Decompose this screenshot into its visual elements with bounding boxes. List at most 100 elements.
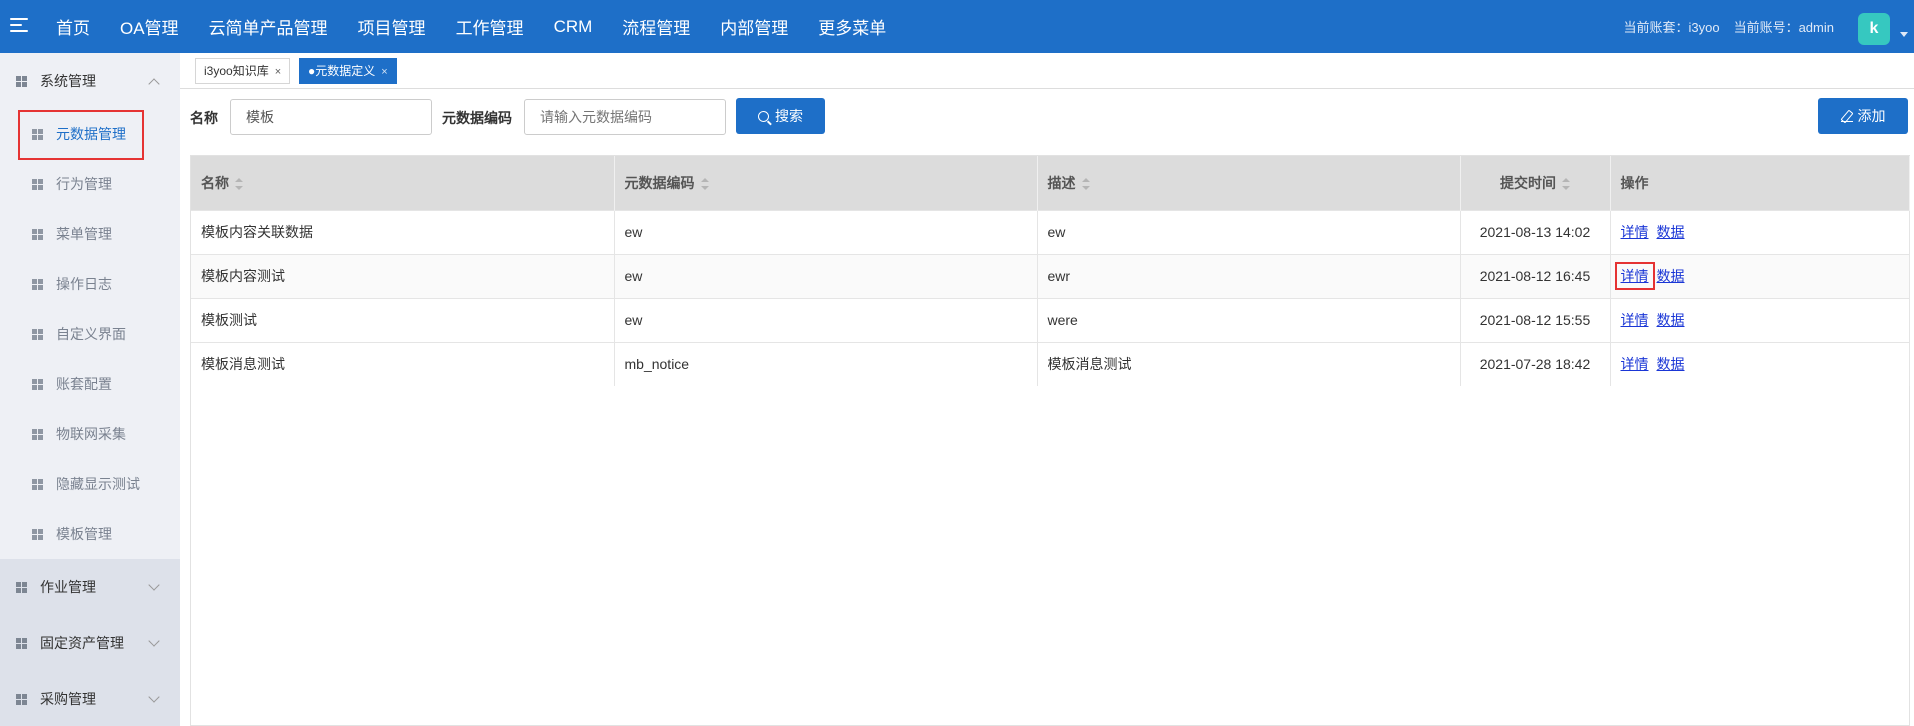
grid-icon xyxy=(32,428,43,440)
header-desc[interactable]: 描述 xyxy=(1037,156,1461,210)
nav-work[interactable]: 工作管理 xyxy=(456,14,524,39)
name-input[interactable] xyxy=(230,99,432,135)
tab-metadata-definition[interactable]: ●元数据定义 × xyxy=(299,58,397,84)
highlight-box xyxy=(18,110,144,160)
tab-label: ●元数据定义 xyxy=(308,64,376,78)
tab-label: i3yoo知识库 xyxy=(204,64,269,78)
nav-process[interactable]: 流程管理 xyxy=(622,14,690,39)
sidebar-item-menu[interactable]: 菜单管理 xyxy=(0,209,180,259)
detail-link[interactable]: 详情 xyxy=(1621,268,1649,284)
tab-knowledge-base[interactable]: i3yoo知识库 × xyxy=(195,58,291,84)
cell-desc: were xyxy=(1037,297,1461,342)
grid-icon xyxy=(32,478,43,490)
grid-icon xyxy=(16,581,27,593)
avatar[interactable]: k xyxy=(1858,13,1890,45)
data-link[interactable]: 数据 xyxy=(1657,356,1685,372)
detail-link[interactable]: 详情 xyxy=(1621,356,1649,372)
header-code[interactable]: 元数据编码 xyxy=(614,156,1038,210)
table-row: 模板内容关联数据 ew ew 2021-08-13 14:02 详情 数据 xyxy=(191,209,1910,254)
sidebar-item-account-config[interactable]: 账套配置 xyxy=(0,359,180,409)
close-icon[interactable]: × xyxy=(275,66,281,78)
caret-down-icon[interactable] xyxy=(1900,32,1908,37)
sidebar-item-label: 账套配置 xyxy=(56,376,112,392)
cell-actions: 详情 数据 xyxy=(1610,297,1910,342)
cell-name: 模板内容关联数据 xyxy=(191,209,615,254)
grid-icon xyxy=(32,378,43,390)
cell-name: 模板测试 xyxy=(191,297,615,342)
chevron-down-icon xyxy=(148,579,160,591)
header-time[interactable]: 提交时间 xyxy=(1460,156,1611,210)
sort-icon[interactable] xyxy=(1562,178,1570,191)
grid-icon xyxy=(32,228,43,240)
nav-crm[interactable]: CRM xyxy=(554,17,593,37)
cell-code: ew xyxy=(614,297,1038,342)
sidebar-group-label: 作业管理 xyxy=(40,579,96,595)
sidebar-item-metadata[interactable]: 元数据管理 xyxy=(0,109,180,160)
cell-actions: 详情 数据 xyxy=(1610,253,1910,298)
sidebar-item-log[interactable]: 操作日志 xyxy=(0,259,180,309)
sidebar-group-purchase[interactable]: 采购管理 xyxy=(0,671,180,726)
search-button[interactable]: 搜索 xyxy=(736,98,825,134)
top-nav: 首页 OA管理 云简单产品管理 项目管理 工作管理 CRM 流程管理 内部管理 … xyxy=(56,0,916,53)
detail-link[interactable]: 详情 xyxy=(1621,224,1649,240)
nav-more[interactable]: 更多菜单 xyxy=(818,14,886,39)
add-button[interactable]: 添加 xyxy=(1818,98,1908,134)
search-button-label: 搜索 xyxy=(775,108,803,124)
nav-project[interactable]: 项目管理 xyxy=(358,14,426,39)
menu-toggle-icon[interactable] xyxy=(10,18,28,34)
sidebar-item-label: 隐藏显示测试 xyxy=(56,476,140,492)
grid-icon xyxy=(32,178,43,190)
sidebar-item-template[interactable]: 模板管理 xyxy=(0,509,180,559)
cell-actions: 详情 数据 xyxy=(1610,341,1910,386)
top-bar: 首页 OA管理 云简单产品管理 项目管理 工作管理 CRM 流程管理 内部管理 … xyxy=(0,0,1914,53)
sidebar-group-system[interactable]: 系统管理 xyxy=(0,53,180,109)
cell-name: 模板消息测试 xyxy=(191,341,615,386)
current-account-user: 当前账号：admin xyxy=(1733,20,1834,35)
cell-time: 2021-08-13 14:02 xyxy=(1460,209,1611,254)
chevron-down-icon xyxy=(148,635,160,647)
sidebar-item-label: 自定义界面 xyxy=(56,326,126,342)
data-link[interactable]: 数据 xyxy=(1657,224,1685,240)
metadata-table: 名称 元数据编码 描述 提交时间 操作 模板内容关联数据 ew ew 2021-… xyxy=(190,155,1910,726)
table-row: 模板内容测试 ew ewr 2021-08-12 16:45 详情 数据 xyxy=(191,253,1910,298)
data-link[interactable]: 数据 xyxy=(1657,312,1685,328)
sort-icon[interactable] xyxy=(235,178,243,191)
sidebar-group-job[interactable]: 作业管理 xyxy=(0,559,180,615)
sort-icon[interactable] xyxy=(1081,178,1090,191)
sidebar: 系统管理 元数据管理 行为管理 菜单管理 操作日志 自定义界面 账套配置 物联网… xyxy=(0,53,180,726)
cell-time: 2021-07-28 18:42 xyxy=(1460,341,1611,386)
cell-desc: ewr xyxy=(1037,253,1461,298)
sidebar-group-label: 系统管理 xyxy=(40,73,96,89)
code-input[interactable] xyxy=(524,99,726,135)
sidebar-group-assets[interactable]: 固定资产管理 xyxy=(0,615,180,671)
grid-icon xyxy=(16,75,27,87)
chevron-down-icon xyxy=(148,691,160,703)
sidebar-item-iot[interactable]: 物联网采集 xyxy=(0,409,180,459)
table-row: 模板消息测试 mb_notice 模板消息测试 2021-07-28 18:42… xyxy=(191,341,1910,386)
account-info: 当前账套：i3yoo 当前账号：admin xyxy=(1609,0,1834,53)
close-icon[interactable]: × xyxy=(381,66,387,78)
sort-icon[interactable] xyxy=(700,178,709,191)
grid-icon xyxy=(32,328,43,340)
add-button-label: 添加 xyxy=(1857,108,1886,124)
table-header: 名称 元数据编码 描述 提交时间 操作 xyxy=(191,156,1910,210)
nav-home[interactable]: 首页 xyxy=(56,14,90,39)
sidebar-group-label: 固定资产管理 xyxy=(40,635,124,651)
sidebar-item-custom-ui[interactable]: 自定义界面 xyxy=(0,309,180,359)
sidebar-item-label: 菜单管理 xyxy=(56,226,112,242)
detail-link[interactable]: 详情 xyxy=(1621,312,1649,328)
table-row: 模板测试 ew were 2021-08-12 15:55 详情 数据 xyxy=(191,297,1910,342)
header-name[interactable]: 名称 xyxy=(191,156,615,210)
sidebar-item-hidden-test[interactable]: 隐藏显示测试 xyxy=(0,459,180,509)
nav-product[interactable]: 云简单产品管理 xyxy=(209,14,328,39)
cell-desc: ew xyxy=(1037,209,1461,254)
cell-code: ew xyxy=(614,209,1038,254)
nav-oa[interactable]: OA管理 xyxy=(120,14,179,39)
data-link[interactable]: 数据 xyxy=(1657,268,1685,284)
cell-code: ew xyxy=(614,253,1038,298)
nav-internal[interactable]: 内部管理 xyxy=(720,14,788,39)
grid-icon xyxy=(16,637,27,649)
name-label: 名称 xyxy=(190,110,218,126)
cell-name: 模板内容测试 xyxy=(191,253,615,298)
sidebar-item-behavior[interactable]: 行为管理 xyxy=(0,159,180,209)
